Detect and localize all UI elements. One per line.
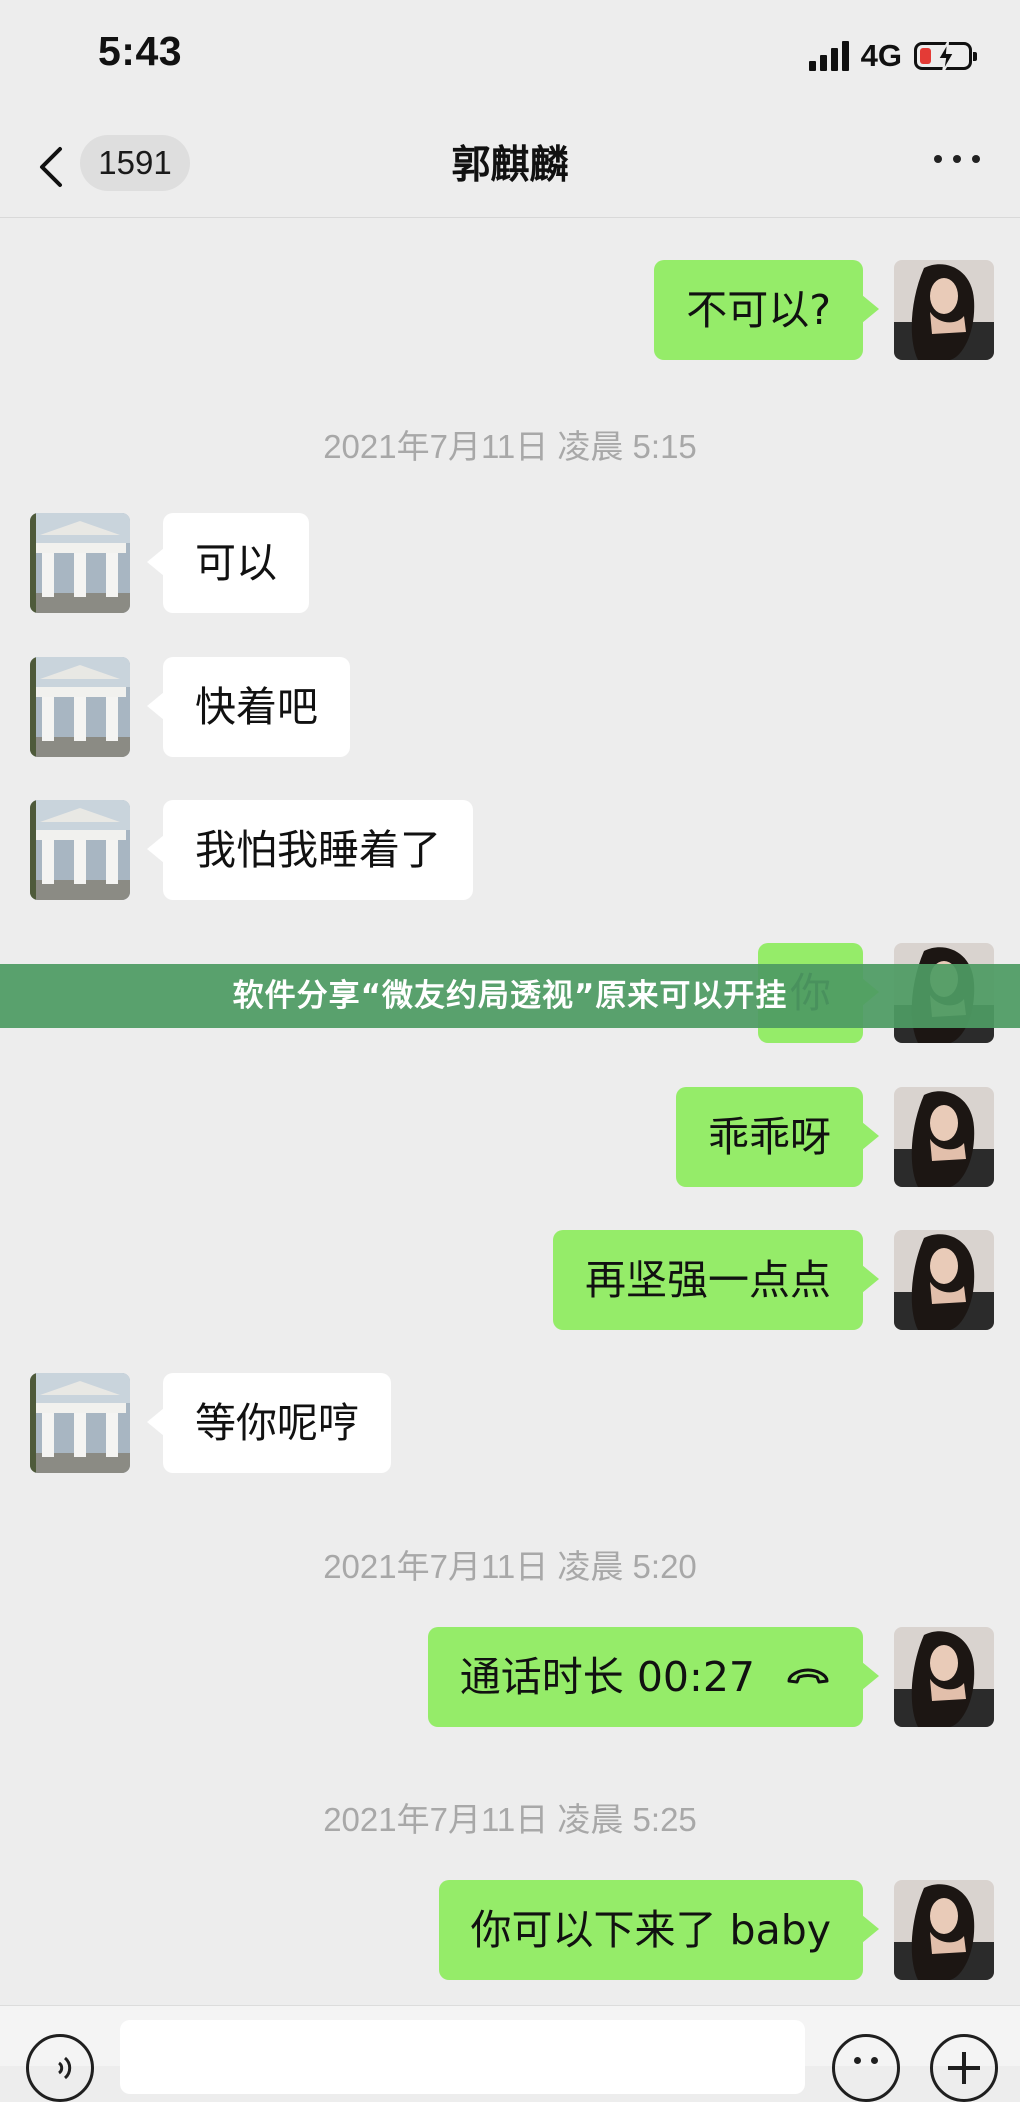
message-bubble[interactable]: 乖乖呀 bbox=[676, 1087, 879, 1187]
plus-icon[interactable] bbox=[930, 2034, 998, 2102]
overlay-banner: 软件分享“微友约局透视”原来可以开挂 bbox=[0, 964, 1020, 1028]
message-bubble[interactable]: 你可以下来了 baby bbox=[438, 1880, 880, 1980]
message-text: 再坚强一点点 bbox=[585, 1256, 831, 1304]
voice-icon[interactable] bbox=[26, 2034, 94, 2102]
contact-avatar[interactable] bbox=[30, 657, 130, 757]
message-bubble[interactable]: 我怕我睡着了 bbox=[147, 800, 473, 900]
contact-avatar[interactable] bbox=[30, 513, 130, 613]
message-bubble[interactable]: 不可以? bbox=[654, 260, 879, 360]
message-text: 你可以下来了 baby bbox=[470, 1906, 831, 1954]
message-bubble[interactable]: 再坚强一点点 bbox=[553, 1230, 879, 1330]
message-text: 乖乖呀 bbox=[708, 1113, 831, 1161]
my-avatar[interactable] bbox=[894, 1627, 994, 1727]
my-avatar[interactable] bbox=[894, 1230, 994, 1330]
message-bubble[interactable]: 通话时长 00:27 bbox=[427, 1627, 880, 1727]
my-avatar[interactable] bbox=[894, 1087, 994, 1187]
emoji-icon[interactable] bbox=[832, 2034, 900, 2102]
my-avatar[interactable] bbox=[894, 260, 994, 360]
chat-timestamp: 2021年7月11日 凌晨 5:15 bbox=[323, 428, 697, 465]
contact-avatar[interactable] bbox=[30, 800, 130, 900]
message-bubble[interactable]: 等你呢哼 bbox=[147, 1373, 391, 1473]
message-text-input[interactable] bbox=[120, 2020, 805, 2094]
message-bubble[interactable]: 可以 bbox=[147, 513, 309, 613]
message-text: 快着吧 bbox=[195, 683, 318, 731]
message-bubble[interactable]: 快着吧 bbox=[147, 657, 350, 757]
message-text: 可以 bbox=[195, 539, 277, 587]
contact-avatar[interactable] bbox=[30, 1373, 130, 1473]
chat-message-list: 不可以?2021年7月11日 凌晨 5:15可以快着吧我怕我睡着了你乖乖呀再坚强… bbox=[0, 0, 1020, 2065]
message-input-bar bbox=[0, 2005, 1020, 2102]
chat-timestamp: 2021年7月11日 凌晨 5:20 bbox=[323, 1548, 697, 1585]
phone-hangup-icon bbox=[787, 1668, 829, 1684]
chat-timestamp: 2021年7月11日 凌晨 5:25 bbox=[323, 1801, 697, 1838]
message-text: 通话时长 00:27 bbox=[459, 1653, 755, 1701]
my-avatar[interactable] bbox=[894, 1880, 994, 1980]
message-text: 等你呢哼 bbox=[195, 1399, 359, 1447]
message-text: 我怕我睡着了 bbox=[195, 826, 441, 874]
message-text: 不可以? bbox=[686, 286, 831, 334]
